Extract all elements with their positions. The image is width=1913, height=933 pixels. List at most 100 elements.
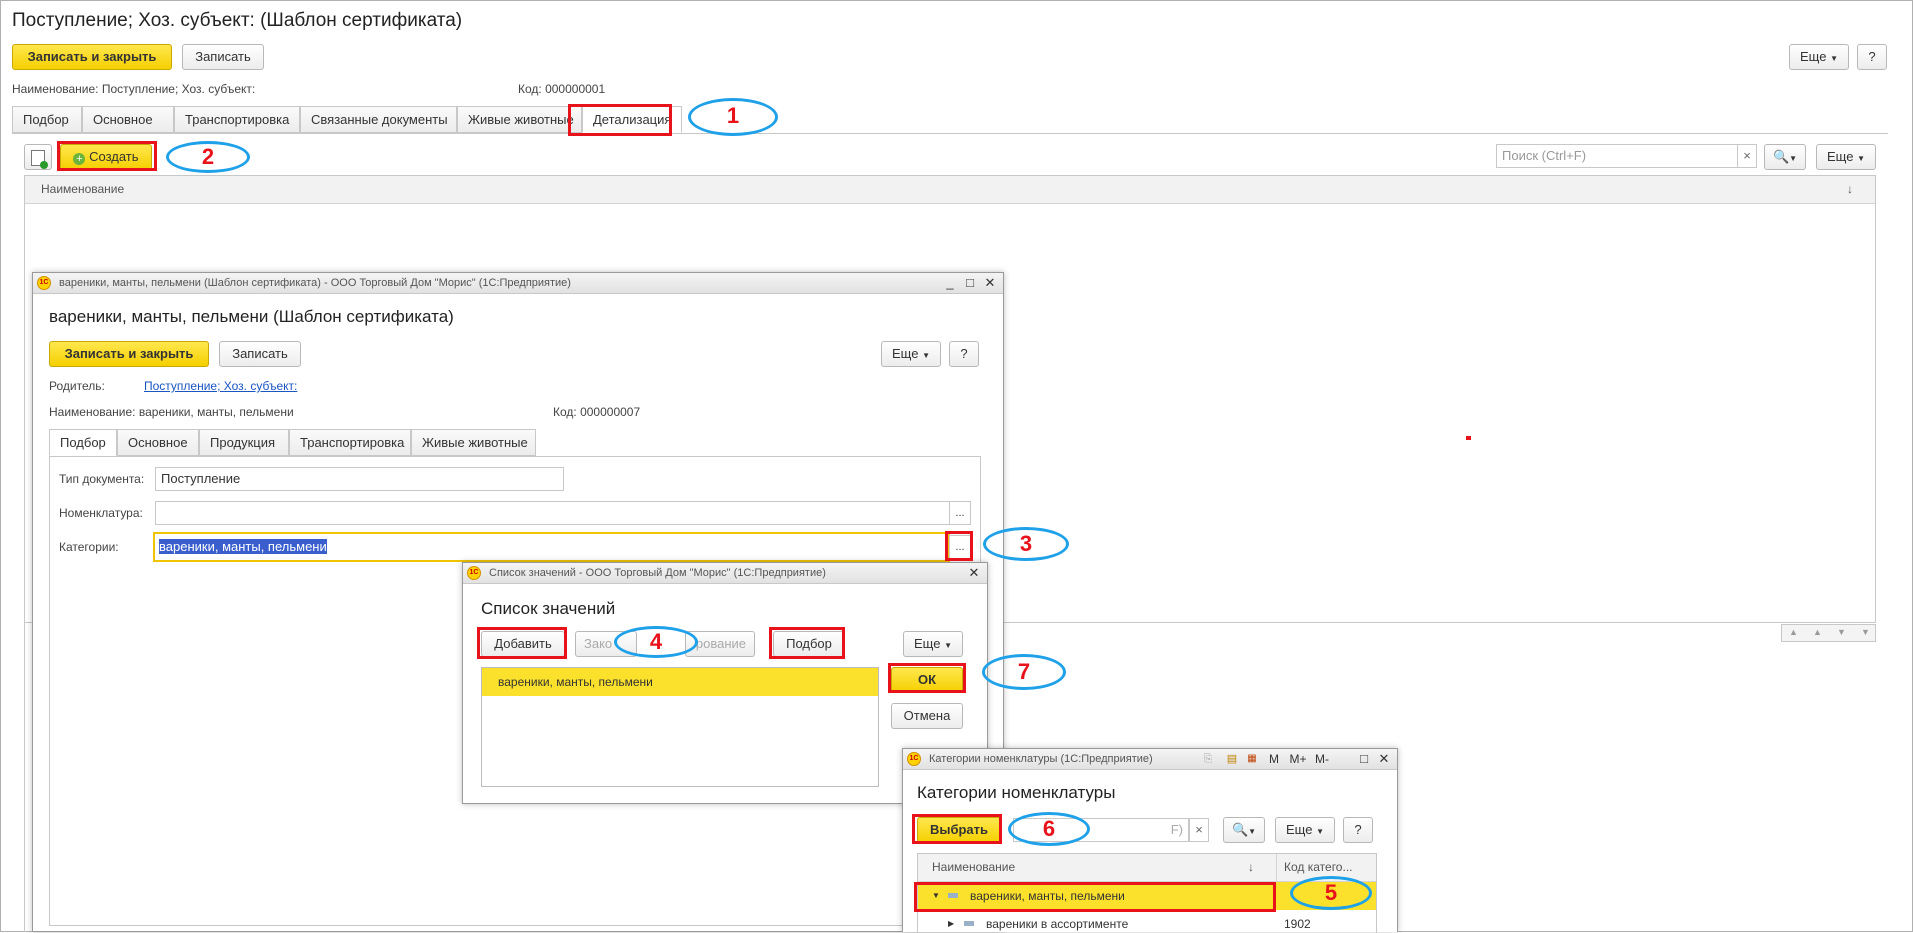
- annotation-number-4: 4: [649, 629, 663, 654]
- win3-more-button[interactable]: Еще ▼: [1275, 817, 1335, 843]
- win1-code-label: Код: 000000007: [553, 405, 641, 419]
- sort-arrow-icon: ↓: [1248, 860, 1254, 874]
- value-list[interactable]: вареники, манты, пельмени: [481, 667, 879, 787]
- save-button[interactable]: Записать: [182, 44, 264, 70]
- add-document-icon: [31, 150, 48, 169]
- highlight-box-create: [57, 141, 157, 171]
- maximize-icon[interactable]: □: [961, 273, 979, 293]
- more-label: Еще: [914, 636, 941, 651]
- win1-save-close-button[interactable]: Записать и закрыть: [49, 341, 209, 367]
- doc-type-label: Тип документа:: [59, 472, 145, 486]
- grid-header: Наименование ↓: [25, 176, 1875, 204]
- search-button[interactable]: 🔍▼: [1764, 144, 1806, 170]
- win2-titlebar-text: Список значений - ООО Торговый Дом "Мори…: [489, 567, 826, 579]
- next-page-icon[interactable]: ▼: [1837, 627, 1846, 637]
- column-header-name[interactable]: Наименование: [932, 854, 1015, 880]
- annotation-number-7: 7: [1017, 659, 1031, 684]
- notes-icon[interactable]: ▤: [1223, 749, 1241, 769]
- win2-more-button[interactable]: Еще ▼: [903, 631, 963, 657]
- maximize-icon[interactable]: □: [1355, 749, 1373, 769]
- win3-search-clear-button[interactable]: ×: [1189, 818, 1209, 842]
- dropdown-icon: ▼: [1789, 154, 1798, 163]
- annotation-number-2: 2: [201, 144, 215, 169]
- search-icon: 🔍: [1772, 149, 1790, 164]
- annotation-number-1: 1: [726, 103, 740, 128]
- win3-titlebar-text: Категории номенклатуры (1С:Предприятие): [929, 753, 1153, 765]
- win1-help-button[interactable]: ?: [949, 341, 979, 367]
- main-tab-bar: Подбор Основное Транспортировка Связанны…: [12, 106, 1888, 134]
- win1-name-label: Наименование: вареники, манты, пельмени: [49, 405, 294, 419]
- close-icon[interactable]: ✕: [965, 563, 983, 583]
- win1-tab-osnovnoe[interactable]: Основное: [117, 429, 199, 456]
- win1-title: вареники, манты, пельмени (Шаблон сертиф…: [49, 307, 454, 326]
- nomen-select-button[interactable]: ...: [949, 501, 971, 525]
- page-title: Поступление; Хоз. субъект: (Шаблон серти…: [12, 10, 463, 31]
- win1-tab-live-animals[interactable]: Живые животные: [411, 429, 536, 456]
- annotation-number-5: 5: [1324, 880, 1338, 905]
- categories-label: Категории:: [59, 540, 119, 554]
- first-page-icon[interactable]: ▲: [1789, 627, 1798, 637]
- win3-help-button[interactable]: ?: [1343, 817, 1373, 843]
- win1-save-button[interactable]: Записать: [219, 341, 301, 367]
- tab-transport[interactable]: Транспортировка: [174, 106, 300, 133]
- more-button-list[interactable]: Еще ▼: [1816, 144, 1876, 170]
- tab-podbor[interactable]: Подбор: [12, 106, 82, 133]
- column-divider: [1276, 854, 1277, 882]
- win1-tab-podbor[interactable]: Подбор: [49, 429, 117, 456]
- dropdown-icon: ▼: [1857, 154, 1865, 163]
- table-row[interactable]: ▶ вареники в ассортименте 1902: [918, 910, 1376, 933]
- categories-field[interactable]: вареники, манты, пельмени: [153, 532, 950, 562]
- cancel-button[interactable]: Отмена: [891, 703, 963, 729]
- code-label: Код: 000000001: [518, 82, 606, 96]
- memory-minus-button[interactable]: M-: [1311, 749, 1333, 769]
- row-name: вареники в ассортименте: [986, 917, 1129, 931]
- list-item[interactable]: вареники, манты, пельмени: [482, 668, 878, 696]
- add-copy-button[interactable]: [24, 144, 52, 170]
- search-icon: 🔍: [1231, 822, 1249, 837]
- sort-arrow-icon: ↓: [1847, 182, 1853, 196]
- win1-titlebar-text: вареники, манты, пельмени (Шаблон сертиф…: [59, 277, 571, 289]
- close-icon[interactable]: ✕: [981, 273, 999, 293]
- dropdown-icon: ▼: [1830, 54, 1838, 63]
- column-header-name[interactable]: Наименование: [41, 182, 124, 196]
- close-icon[interactable]: ✕: [1375, 749, 1393, 769]
- parent-link[interactable]: Поступление; Хоз. субъект:: [144, 379, 297, 393]
- link-icon[interactable]: ⎘: [1199, 749, 1217, 769]
- win1-tab-transport[interactable]: Транспортировка: [289, 429, 411, 456]
- win1-tab-bar: Подбор Основное Продукция Транспортировк…: [49, 429, 981, 457]
- search-clear-button[interactable]: ×: [1737, 144, 1757, 168]
- grid-header: Наименование ↓ Код катего...: [918, 854, 1376, 882]
- tab-osnovnoe[interactable]: Основное: [82, 106, 174, 133]
- dropdown-icon: ▼: [1248, 827, 1257, 836]
- name-label: Наименование: Поступление; Хоз. субъект:: [12, 82, 256, 96]
- calendar-icon[interactable]: ▦: [1243, 749, 1261, 769]
- highlight-box-select: [912, 814, 1002, 844]
- minimize-icon[interactable]: _: [941, 273, 959, 293]
- search-input[interactable]: Поиск (Ctrl+F): [1496, 144, 1738, 168]
- dropdown-icon: ▼: [944, 641, 952, 650]
- win3-search-button[interactable]: 🔍▼: [1223, 817, 1265, 843]
- more-label: Еще: [1286, 822, 1313, 837]
- tab-linked-docs[interactable]: Связанные документы: [300, 106, 457, 133]
- highlight-box-ok: [888, 663, 966, 693]
- memory-plus-button[interactable]: M+: [1287, 749, 1309, 769]
- help-button[interactable]: ?: [1857, 44, 1887, 70]
- annotation-number-3: 3: [1019, 531, 1033, 556]
- nomen-field[interactable]: [155, 501, 950, 525]
- doc-type-field[interactable]: Поступление: [155, 467, 564, 491]
- row-code: 1902: [1284, 917, 1311, 931]
- last-page-icon[interactable]: ▼: [1861, 627, 1870, 637]
- more-label: Еще: [1827, 149, 1854, 164]
- prev-page-icon[interactable]: ▲: [1813, 627, 1822, 637]
- more-button[interactable]: Еще ▼: [1789, 44, 1849, 70]
- win1-more-button[interactable]: Еще ▼: [881, 341, 941, 367]
- win1-tab-production[interactable]: Продукция: [199, 429, 289, 456]
- highlight-box-detalization-tab: [568, 104, 672, 136]
- categories-selected-text: вареники, манты, пельмени: [159, 539, 327, 554]
- expand-arrow-icon[interactable]: ▶: [948, 910, 954, 933]
- 1c-logo-icon: 1C: [907, 752, 921, 766]
- save-close-button[interactable]: Записать и закрыть: [12, 44, 172, 70]
- tab-live-animals[interactable]: Живые животные: [457, 106, 582, 133]
- dropdown-icon: ▼: [922, 351, 930, 360]
- memory-button[interactable]: M: [1265, 749, 1283, 769]
